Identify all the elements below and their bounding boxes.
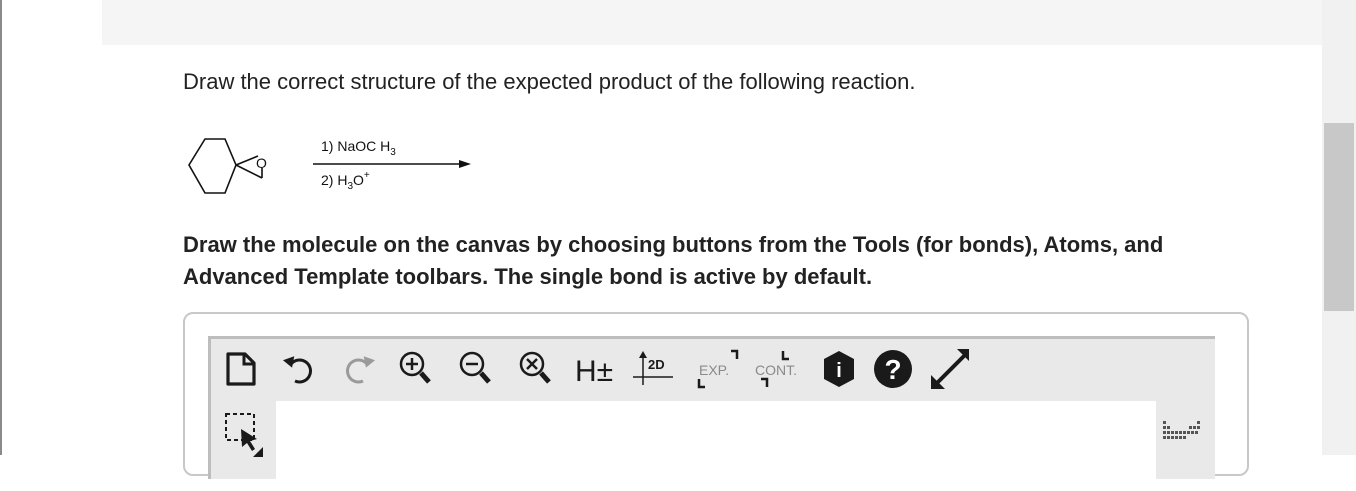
contract-icon: CONT. [755,351,797,387]
fullscreen-button[interactable] [929,349,969,389]
new-document-icon [226,352,256,386]
expand-button[interactable]: EXP. [693,349,743,389]
undo-button[interactable] [279,349,319,389]
scrollbar-thumb[interactable] [1324,123,1354,311]
svg-text:CONT.: CONT. [755,362,797,378]
periodic-table-button[interactable] [1161,417,1205,447]
help-button[interactable]: ? [873,349,913,389]
epoxide-oxygen-label: O [256,155,267,171]
reagent-step2: 2) H3O+ [321,170,370,192]
zoom-in-button[interactable] [396,349,436,389]
redo-button[interactable] [339,349,379,389]
cyclohexane-ring [188,138,237,194]
info-icon: i [824,351,854,387]
header-band [102,0,1322,45]
clean-2d-icon: 2D [633,351,673,385]
info-button[interactable]: i [819,349,859,389]
instructions-line2: Advanced Template toolbars. The single b… [183,264,873,289]
redo-icon [345,356,376,384]
help-icon: ? [874,350,912,388]
question-prompt: Draw the correct structure of the expect… [183,69,916,94]
undo-icon [282,356,313,384]
instructions-line1: Draw the molecule on the canvas by choos… [183,232,1164,257]
drawing-instructions: Draw the molecule on the canvas by choos… [183,229,1322,293]
reaction-arrow-head [459,160,471,168]
reagent-step1: 1) NaOC H3 [321,138,396,158]
question-section: Draw the correct structure of the expect… [183,68,1322,96]
window-left-border [0,0,2,455]
molecule-editor: H± 2D EXP. CONT. i ? [208,336,1215,491]
fullscreen-icon [931,349,969,389]
selection-arrow-icon [225,413,263,457]
svg-text:EXP.: EXP. [699,362,729,378]
svg-text:i: i [836,360,842,382]
svg-text:2D: 2D [648,357,665,372]
drawing-canvas[interactable] [276,401,1156,491]
zoom-reset-icon [519,351,551,384]
periodic-table-icon [1163,421,1200,439]
clean-2d-button[interactable]: 2D [631,349,677,389]
select-tool-button[interactable] [223,411,263,457]
epoxide-bond-1 [235,155,259,166]
zoom-out-icon [459,351,491,384]
zoom-in-icon [399,351,431,384]
expand-icon: EXP. [697,349,739,389]
new-document-button[interactable] [221,349,261,389]
reaction-scheme: O 1) NaOC H3 2) H3O+ [183,128,483,208]
zoom-reset-button[interactable] [516,349,556,389]
zoom-out-button[interactable] [456,349,496,389]
molecule-editor-container: H± 2D EXP. CONT. i ? [183,312,1249,491]
reaction-diagram: O 1) NaOC H3 2) H3O+ [188,138,471,194]
svg-text:H±: H± [575,355,613,388]
explicit-hydrogens-icon: H± [575,355,613,388]
svg-text:?: ? [884,354,901,385]
explicit-hydrogens-button[interactable]: H± [573,349,619,389]
contract-button[interactable]: CONT. [751,349,805,389]
